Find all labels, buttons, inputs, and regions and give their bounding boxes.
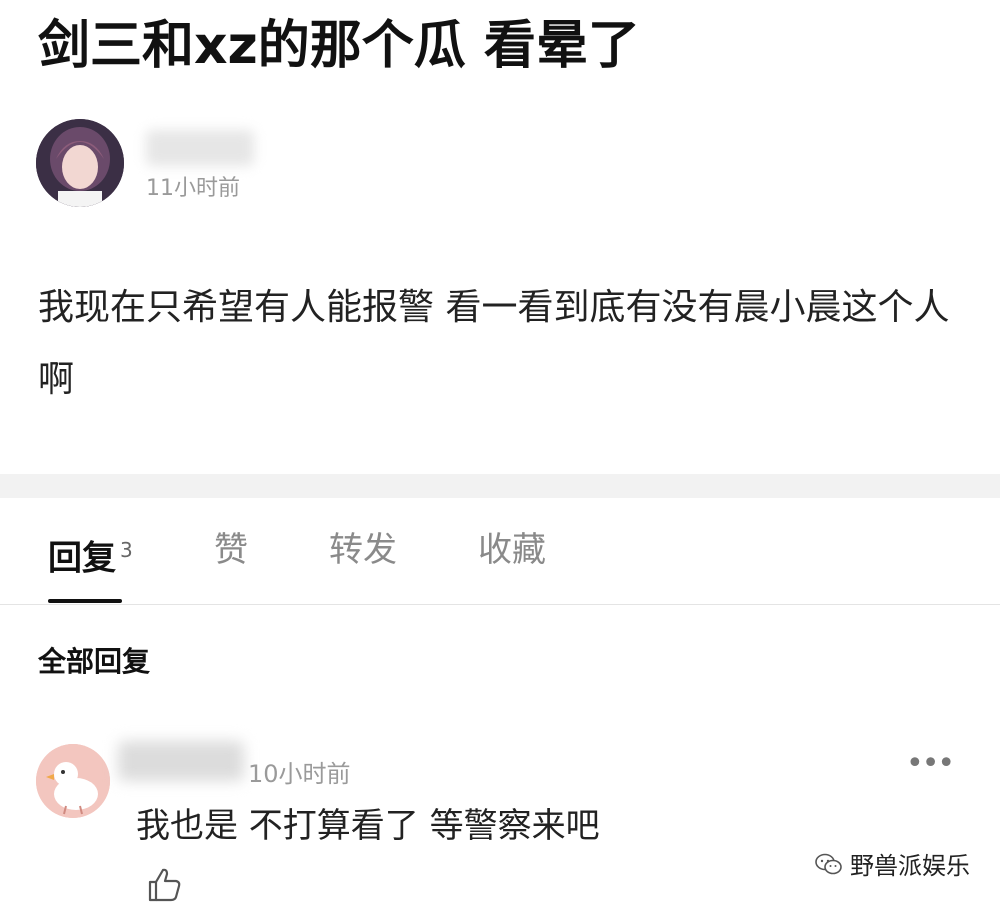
more-dots-icon[interactable]: ••• xyxy=(906,749,955,779)
active-tab-indicator xyxy=(48,599,122,603)
comment-author-blurred xyxy=(118,741,244,781)
post-body: 我现在只希望有人能报警 看一看到底有没有晨小晨这个人啊 xyxy=(38,287,950,400)
comment-timestamp: 10小时前 xyxy=(248,760,351,788)
watermark-text: 野兽派娱乐 xyxy=(850,852,970,880)
comment-avatar[interactable] xyxy=(36,744,110,818)
section-divider xyxy=(0,474,1000,498)
post-timestamp: 11小时前 xyxy=(146,176,240,201)
all-replies-heading: 全部回复 xyxy=(38,645,151,678)
author-avatar[interactable] xyxy=(36,119,124,207)
author-name-blurred xyxy=(146,130,254,166)
thumbs-up-icon[interactable] xyxy=(146,866,182,904)
wechat-logo-icon xyxy=(815,853,842,874)
watermark: 野兽派娱乐 xyxy=(814,846,970,881)
comment-text: 我也是 不打算看了 等警察来吧 xyxy=(136,806,600,846)
tab-replies-label: 回复 xyxy=(48,538,116,579)
avatar-icon xyxy=(36,119,124,207)
tab-replies[interactable]: 回复 3 xyxy=(48,528,133,580)
tab-likes[interactable]: 赞 xyxy=(214,528,248,572)
tabs-divider xyxy=(0,604,1000,605)
tab-replies-count: 3 xyxy=(120,538,133,562)
duck-avatar-icon xyxy=(36,744,110,818)
post-title: 剑三和xz的那个瓜 看晕了 xyxy=(38,16,640,76)
tab-forward[interactable]: 转发 xyxy=(329,528,397,572)
tab-collect[interactable]: 收藏 xyxy=(478,528,546,572)
